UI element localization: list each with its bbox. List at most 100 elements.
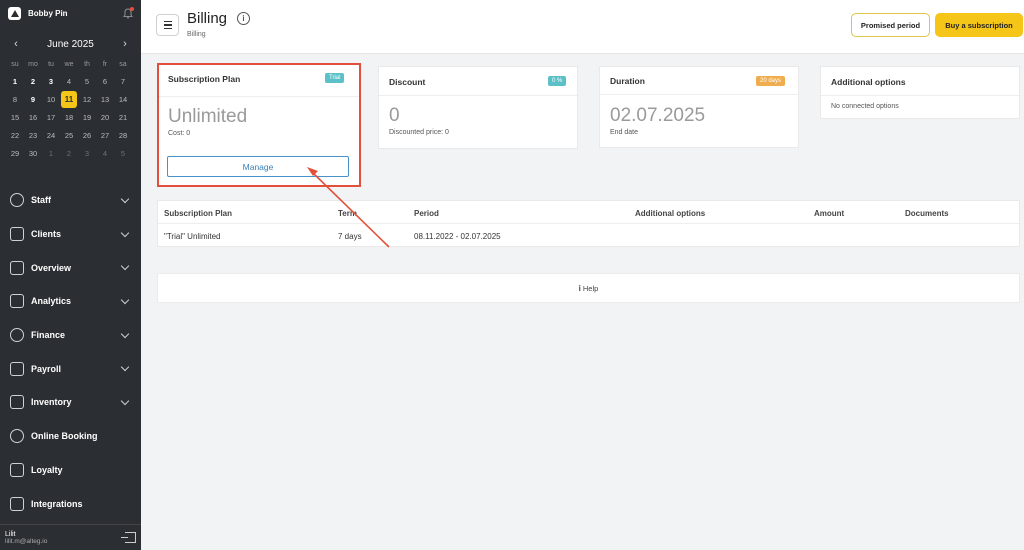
calendar-day-label: 1	[48, 148, 54, 158]
calendar-day-label: 22	[10, 130, 20, 140]
calendar-day-label: 17	[46, 112, 56, 122]
calendar-day-label: 5	[84, 76, 90, 86]
sidebar-item-online-booking[interactable]: Online Booking	[0, 419, 141, 453]
calendar-day[interactable]: 22	[6, 126, 24, 144]
calendar-day[interactable]: 10	[42, 90, 60, 108]
breadcrumb[interactable]: Billing	[187, 31, 206, 38]
calendar-day[interactable]: 5	[78, 72, 96, 90]
sidebar-item-integrations[interactable]: Integrations	[0, 486, 141, 520]
calendar-day[interactable]: 2	[60, 144, 78, 162]
notification-dot	[130, 6, 134, 11]
subscriptions-table: Subscription Plan Term Period Additional…	[157, 200, 1020, 247]
info-icon[interactable]: i	[237, 12, 250, 25]
calendar-day[interactable]: 28	[114, 126, 132, 144]
sidebar-item-clients[interactable]: Clients	[0, 217, 141, 251]
column-header: Term	[338, 209, 357, 218]
calendar-day[interactable]: 13	[96, 90, 114, 108]
sidebar-item-finance[interactable]: Finance	[0, 318, 141, 352]
calendar-day[interactable]: 1	[6, 72, 24, 90]
current-user-name: Lilit	[5, 530, 16, 538]
sidebar-item-label: Online Booking	[31, 431, 98, 442]
mini-calendar: ‹ June 2025 › su mo tu we th fr sa 1 2 3 4 5 6 7 8 9 10 1…	[0, 26, 141, 162]
duration-card: Duration 20 days 02.07.2025 End date	[599, 66, 799, 148]
calendar-day-label: 5	[120, 148, 126, 158]
divider	[821, 95, 1019, 96]
weekday-label: su	[11, 61, 19, 68]
calendar-day[interactable]: 4	[60, 72, 78, 90]
calendar-day[interactable]: 18	[60, 108, 78, 126]
calendar-day-label: 2	[30, 76, 36, 86]
sidebar-item-inventory[interactable]: Inventory	[0, 385, 141, 419]
calendar-day-label: 16	[28, 112, 38, 122]
calendar-day[interactable]: 19	[78, 108, 96, 126]
calendar-day[interactable]: 14	[114, 90, 132, 108]
calendar-day-label: 15	[10, 112, 20, 122]
calendar-day[interactable]: 3	[78, 144, 96, 162]
calendar-day-label: 27	[100, 130, 110, 140]
divider	[379, 95, 577, 96]
calendar-day[interactable]: 4	[96, 144, 114, 162]
discount-badge: 0 %	[548, 76, 567, 86]
highlight-box	[157, 63, 361, 187]
help-label[interactable]: Help	[583, 284, 598, 293]
chevron-right-icon[interactable]: ›	[119, 38, 131, 50]
calendar-day[interactable]: 29	[6, 144, 24, 162]
chevron-down-icon	[120, 261, 130, 271]
calendar-day[interactable]: 15	[6, 108, 24, 126]
promised-period-button[interactable]: Promised period	[851, 13, 930, 37]
current-user: Lilit lilit.m@alteg.io	[5, 531, 125, 545]
menu-toggle-button[interactable]	[156, 14, 179, 36]
help-bar[interactable]: i Help	[157, 273, 1020, 303]
sidebar-menu: Staff Clients Overview Analytics Finance Payr…	[0, 183, 141, 520]
sidebar-item-payroll[interactable]: Payroll	[0, 351, 141, 385]
sidebar-item-label: Staff	[31, 195, 51, 206]
calendar-day[interactable]: 27	[96, 126, 114, 144]
calendar-day[interactable]: 20	[96, 108, 114, 126]
page-header: Billing i Billing Promised period Buy a …	[141, 0, 1024, 54]
buy-subscription-button[interactable]: Buy a subscription	[935, 13, 1023, 37]
calendar-day[interactable]: 2	[24, 72, 42, 90]
logout-icon[interactable]	[121, 532, 136, 543]
chevron-down-icon	[120, 194, 130, 204]
calendar-day[interactable]: 9	[24, 90, 42, 108]
calendar-day[interactable]: 11	[60, 90, 78, 108]
end-date-label: End date	[610, 129, 639, 136]
sidebar-item-staff[interactable]: Staff	[0, 183, 141, 217]
sidebar-item-label: Integrations	[31, 498, 83, 509]
calendar-day-label: 3	[84, 148, 90, 158]
calendar-day[interactable]: 23	[24, 126, 42, 144]
chevron-left-icon[interactable]: ‹	[10, 38, 22, 50]
calendar-day[interactable]: 26	[78, 126, 96, 144]
calendar-day[interactable]: 8	[6, 90, 24, 108]
calendar-day-label: 13	[100, 94, 110, 104]
sidebar-item-overview[interactable]: Overview	[0, 250, 141, 284]
calendar-day[interactable]: 21	[114, 108, 132, 126]
logo-icon	[8, 6, 21, 20]
calendar-day[interactable]: 30	[24, 144, 42, 162]
business-name[interactable]: Bobby Pin	[28, 9, 123, 18]
notification-bell-icon[interactable]	[123, 6, 134, 19]
sidebar-item-label: Payroll	[31, 363, 62, 374]
calendar-day[interactable]: 25	[60, 126, 78, 144]
sidebar-item-loyalty[interactable]: Loyalty	[0, 453, 141, 487]
weekday-label: we	[64, 61, 74, 68]
calendar-day[interactable]: 1	[42, 144, 60, 162]
integrations-icon	[10, 496, 24, 511]
weekday-label: tu	[48, 61, 54, 68]
divider	[600, 94, 798, 95]
dollar-icon	[10, 328, 24, 343]
calendar-day[interactable]: 7	[114, 72, 132, 90]
calendar-day-label: 4	[66, 76, 72, 86]
calendar-day[interactable]: 5	[114, 144, 132, 162]
days-left-badge: 20 days	[756, 76, 786, 86]
calendar-day[interactable]: 6	[96, 72, 114, 90]
calendar-day[interactable]: 3	[42, 72, 60, 90]
calendar-day-label: 21	[118, 112, 128, 122]
calendar-day[interactable]: 17	[42, 108, 60, 126]
column-header: Additional options	[635, 209, 706, 218]
calendar-day[interactable]: 12	[78, 90, 96, 108]
calendar-day[interactable]: 16	[24, 108, 42, 126]
sidebar-item-analytics[interactable]: Analytics	[0, 284, 141, 318]
column-header: Period	[414, 209, 439, 218]
calendar-day[interactable]: 24	[42, 126, 60, 144]
